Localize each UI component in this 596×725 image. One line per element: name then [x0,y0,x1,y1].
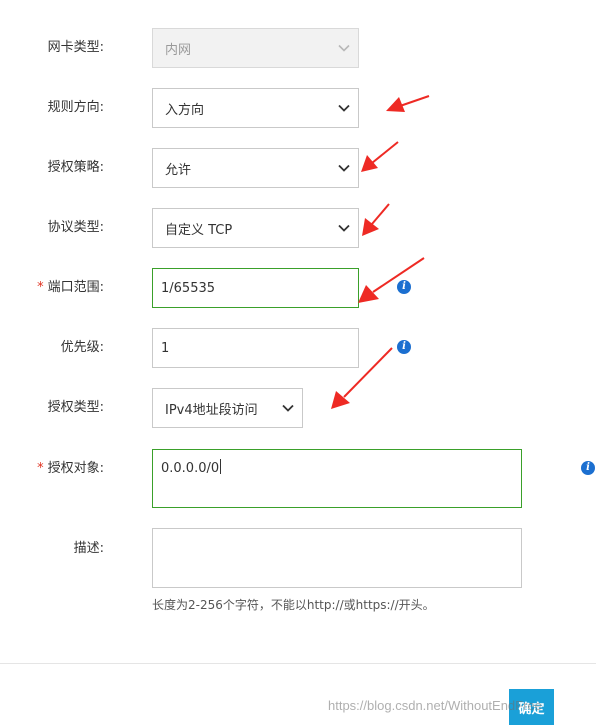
direction-value: 入方向 [165,102,205,118]
nic-type-label: 网卡类型: [47,40,104,55]
port-range-value: 1/65535 [161,280,216,296]
auth-type-label: 授权类型: [47,400,104,415]
chevron-down-icon [338,164,350,172]
annotation-arrow [362,203,390,236]
required-mark: * [37,461,44,476]
priority-value: 1 [161,340,170,356]
direction-select[interactable]: 入方向 [152,88,359,128]
nic-type-value: 内网 [165,42,192,58]
policy-value: 允许 [165,162,192,178]
auth-type-select[interactable]: IPv4地址段访问 [152,388,303,428]
info-icon[interactable]: i [397,280,411,294]
info-icon[interactable]: i [397,340,411,354]
auth-object-value: 0.0.0.0/0 [161,461,220,476]
annotation-arrow [361,141,399,172]
watermark: https://blog.csdn.net/WithoutEndFree [328,698,542,713]
nic-type-select: 内网 [152,28,359,68]
chevron-down-icon [338,104,350,112]
protocol-select[interactable]: 自定义 TCP [152,208,359,248]
priority-label: 优先级: [60,340,104,355]
auth-object-textarea[interactable]: 0.0.0.0/0 [152,449,522,508]
description-hint: 长度为2-256个字符，不能以http://或https://开头。 [152,598,435,612]
auth-type-value: IPv4地址段访问 [165,402,258,418]
annotation-arrow [386,95,430,112]
info-icon[interactable]: i [581,461,595,475]
auth-object-label: * 授权对象: [37,461,104,476]
chevron-down-icon [338,224,350,232]
protocol-value: 自定义 TCP [165,222,233,238]
footer-divider [0,663,596,664]
description-textarea[interactable] [152,528,522,588]
required-mark: * [37,280,44,295]
protocol-label: 协议类型: [47,220,104,235]
annotation-arrow [358,257,425,303]
description-label: 描述: [73,541,104,556]
port-range-input[interactable]: 1/65535 [152,268,359,308]
policy-label: 授权策略: [47,160,104,175]
policy-select[interactable]: 允许 [152,148,359,188]
direction-label: 规则方向: [47,100,104,115]
priority-input[interactable]: 1 [152,328,359,368]
chevron-down-icon [282,404,294,412]
security-rule-form: 网卡类型: 内网 规则方向: 入方向 授权策略: 允许 协议类型: 自定义 TC… [0,0,596,725]
chevron-down-icon [338,44,350,52]
port-range-label: * 端口范围: [37,280,104,295]
text-cursor [220,459,222,474]
